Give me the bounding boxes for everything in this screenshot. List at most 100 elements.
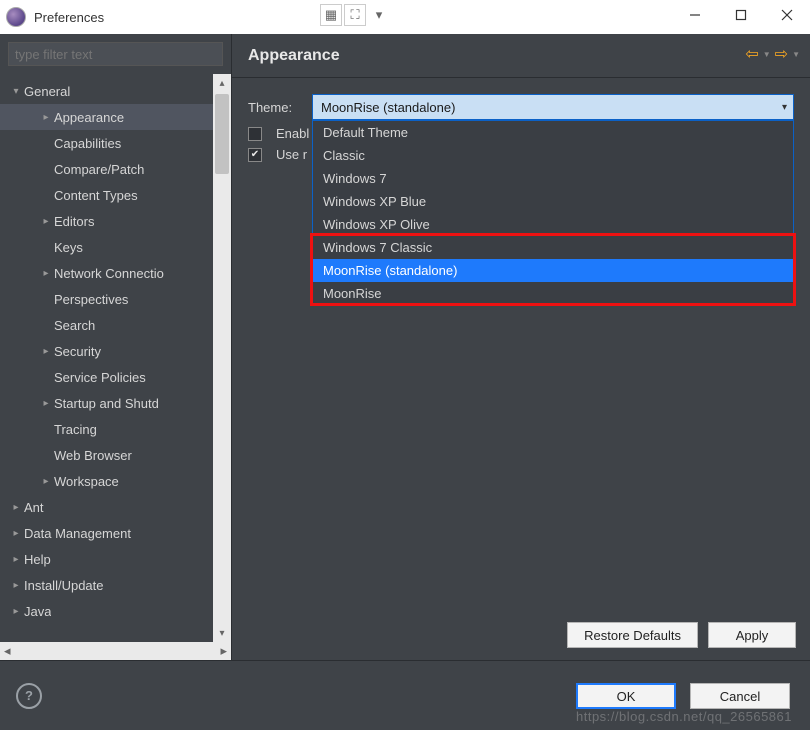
caret-icon: ▸	[38, 398, 54, 409]
ok-button[interactable]: OK	[576, 683, 676, 709]
tree-item-label: Ant	[24, 500, 44, 515]
titlebar-mid-controls: ▦ ⛶ ▾	[320, 4, 390, 26]
theme-combo[interactable]: MoonRise (standalone) ▾	[312, 94, 794, 120]
detail-header: Appearance ⇦ ▼ ⇨ ▼	[232, 34, 810, 78]
theme-dropdown-list[interactable]: Default ThemeClassicWindows 7Windows XP …	[312, 120, 794, 306]
tree-item-label: Startup and Shutd	[54, 396, 159, 411]
tree-item[interactable]: ▸Startup and Shutd	[0, 390, 213, 416]
dropdown-option[interactable]: Windows XP Blue	[313, 190, 793, 213]
tree-item[interactable]: ▸Help	[0, 546, 213, 572]
dropdown-option[interactable]: Windows 7	[313, 167, 793, 190]
tree-item[interactable]: ▸Java	[0, 598, 213, 624]
tree-item-label: Keys	[54, 240, 83, 255]
nav-arrows: ⇦ ▼ ⇨ ▼	[745, 44, 800, 64]
nav-back-menu[interactable]: ▼	[763, 50, 771, 59]
tree-item[interactable]: ▸Ant	[0, 494, 213, 520]
cancel-button[interactable]: Cancel	[690, 683, 790, 709]
sidebar: ▾General▸AppearanceCapabilitiesCompare/P…	[0, 34, 232, 660]
caret-icon: ▾	[8, 86, 24, 97]
tree-item[interactable]: Keys	[0, 234, 213, 260]
theme-combo-value: MoonRise (standalone)	[321, 100, 455, 115]
filter-input[interactable]	[9, 43, 222, 65]
caret-icon: ▸	[8, 528, 24, 539]
dialog-footer: ? OK Cancel	[0, 660, 810, 730]
tree-hscrollbar[interactable]: ◂ ▸	[0, 642, 231, 660]
help-icon[interactable]: ?	[16, 683, 42, 709]
tree-item-label: Editors	[54, 214, 94, 229]
tree-item-label: Compare/Patch	[54, 162, 144, 177]
app-icon	[6, 7, 26, 27]
dropdown-option[interactable]: Default Theme	[313, 121, 793, 144]
tree-item-label: Workspace	[54, 474, 119, 489]
dropdown-option[interactable]: MoonRise	[313, 282, 793, 305]
scroll-down-icon[interactable]: ▾	[213, 624, 231, 642]
tree-item[interactable]: ▸Workspace	[0, 468, 213, 494]
tree-item[interactable]: Content Types	[0, 182, 213, 208]
caret-icon: ▸	[38, 112, 54, 123]
tree-item-label: General	[24, 84, 70, 99]
caret-icon: ▸	[38, 216, 54, 227]
appearance-form: Theme: MoonRise (standalone) ▾ Enabl Use…	[232, 78, 810, 184]
scroll-thumb[interactable]	[215, 94, 229, 174]
tree-item-label: Web Browser	[54, 448, 132, 463]
tree-item-label: Security	[54, 344, 101, 359]
use-checkbox[interactable]	[248, 148, 262, 162]
caret-icon: ▸	[38, 346, 54, 357]
apply-button[interactable]: Apply	[708, 622, 796, 648]
tree-item[interactable]: Capabilities	[0, 130, 213, 156]
tree-item[interactable]: Tracing	[0, 416, 213, 442]
detail-pane: Appearance ⇦ ▼ ⇨ ▼ Theme: MoonRise (standa…	[232, 34, 810, 660]
tree-item[interactable]: ▸Install/Update	[0, 572, 213, 598]
tree-item-label: Perspectives	[54, 292, 128, 307]
tree-item-label: Network Connectio	[54, 266, 164, 281]
tree-item-label: Service Policies	[54, 370, 146, 385]
tree-item[interactable]: Service Policies	[0, 364, 213, 390]
tree-item-label: Search	[54, 318, 95, 333]
restore-defaults-button[interactable]: Restore Defaults	[567, 622, 698, 648]
tree-item-label: Capabilities	[54, 136, 121, 151]
tree-item[interactable]: ▸Network Connectio	[0, 260, 213, 286]
grid-icon[interactable]: ▦	[320, 4, 342, 26]
tree-item-label: Java	[24, 604, 51, 619]
tree-item[interactable]: ▸Data Management	[0, 520, 213, 546]
tree-item[interactable]: ▾General	[0, 78, 213, 104]
tree-item-label: Appearance	[54, 110, 124, 125]
close-button[interactable]	[764, 0, 810, 30]
maximize-button[interactable]	[718, 0, 764, 30]
page-title: Appearance	[248, 47, 340, 65]
caret-icon: ▸	[8, 580, 24, 591]
expand-icon[interactable]: ⛶	[344, 4, 366, 26]
enable-checkbox[interactable]	[248, 127, 262, 141]
tree-item-label: Data Management	[24, 526, 131, 541]
filter-box[interactable]	[8, 42, 223, 66]
minimize-button[interactable]	[672, 0, 718, 30]
nav-forward-icon[interactable]: ⇨	[775, 44, 788, 64]
tree-item[interactable]: ▸Editors	[0, 208, 213, 234]
tree-item[interactable]: Compare/Patch	[0, 156, 213, 182]
tree-item[interactable]: Search	[0, 312, 213, 338]
tree-item-label: Help	[24, 552, 51, 567]
titlebar: Preferences ▦ ⛶ ▾	[0, 0, 810, 34]
scroll-right-icon[interactable]: ▸	[220, 643, 227, 659]
dropdown-option[interactable]: Windows XP Olive	[313, 213, 793, 236]
scroll-left-icon[interactable]: ◂	[4, 643, 11, 659]
enable-label: Enabl	[276, 126, 309, 141]
nav-back-icon[interactable]: ⇦	[745, 44, 758, 64]
tree-item[interactable]: ▸Appearance	[0, 104, 213, 130]
tree-item[interactable]: Perspectives	[0, 286, 213, 312]
tree-item[interactable]: ▸Security	[0, 338, 213, 364]
dropdown-option[interactable]: MoonRise (standalone)	[313, 259, 793, 282]
chevron-down-icon: ▾	[782, 102, 787, 113]
dropdown-option[interactable]: Windows 7 Classic	[313, 236, 793, 259]
window-title: Preferences	[34, 10, 104, 25]
dropdown-option[interactable]: Classic	[313, 144, 793, 167]
tree-item-label: Install/Update	[24, 578, 104, 593]
dropdown-icon[interactable]: ▾	[368, 4, 390, 26]
tree-vscrollbar[interactable]: ▴ ▾	[213, 74, 231, 642]
nav-forward-menu[interactable]: ▼	[792, 50, 800, 59]
preferences-tree[interactable]: ▾General▸AppearanceCapabilitiesCompare/P…	[0, 74, 213, 642]
scroll-up-icon[interactable]: ▴	[213, 74, 231, 92]
tree-item[interactable]: Web Browser	[0, 442, 213, 468]
theme-label: Theme:	[248, 100, 304, 115]
tree-item-label: Content Types	[54, 188, 138, 203]
